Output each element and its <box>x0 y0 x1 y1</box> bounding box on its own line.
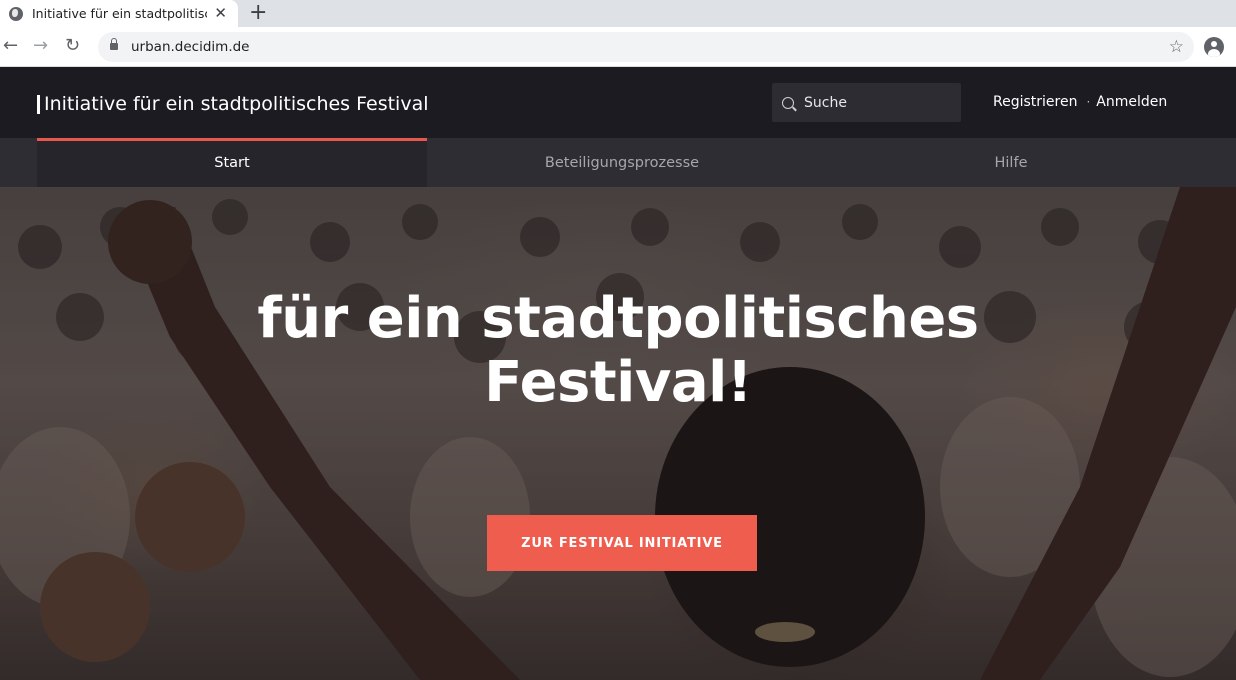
lock-icon <box>110 38 118 50</box>
login-link[interactable]: Anmelden <box>1096 94 1167 110</box>
separator-dot: · <box>1086 95 1091 109</box>
nav-item-label: Hilfe <box>994 154 1028 171</box>
festival-initiative-button[interactable]: ZUR FESTIVAL INITIATIVE <box>487 515 757 571</box>
plus-icon[interactable]: + <box>249 1 267 25</box>
arrow-left-icon[interactable]: ← <box>3 35 18 57</box>
tab-title: Initiative für ein stadtpolitische <box>32 6 207 21</box>
user-links: Registrieren · Anmelden <box>993 94 1167 110</box>
site-title-link[interactable]: Initiative für ein stadtpolitisches Fest… <box>37 91 429 117</box>
register-link[interactable]: Registrieren <box>993 94 1077 110</box>
search-input[interactable] <box>804 90 954 115</box>
nav-item-hilfe[interactable]: Hilfe <box>816 138 1206 187</box>
url-text[interactable]: urban.decidim.de <box>131 39 249 55</box>
site-title: Initiative für ein stadtpolitisches Fest… <box>44 93 429 115</box>
globe-icon <box>9 6 23 21</box>
nav-item-start[interactable]: Start <box>37 138 427 187</box>
hero-overlay <box>0 187 1236 680</box>
star-icon[interactable]: ☆ <box>1169 37 1184 57</box>
arrow-right-icon[interactable]: → <box>33 35 48 57</box>
nav-item-beteiligungsprozesse[interactable]: Beteiligungsprozesse <box>427 138 817 187</box>
main-navigation: Start Beteiligungsprozesse Hilfe <box>0 138 1236 187</box>
browser-toolbar: ← → ↻ urban.decidim.de ☆ <box>0 27 1236 67</box>
hero-title-line-1: für ein stadtpolitisches <box>257 286 979 351</box>
title-bar-mark <box>37 94 40 114</box>
hero-banner: für ein stadtpolitisches Festival! ZUR F… <box>0 187 1236 680</box>
account-icon[interactable] <box>1204 37 1224 57</box>
site-header: Initiative für ein stadtpolitisches Fest… <box>0 67 1236 138</box>
browser-tab-bar: Initiative für ein stadtpolitische ✕ + <box>0 0 1236 27</box>
hero-title-line-2: Festival! <box>484 350 752 415</box>
search-icon[interactable] <box>782 96 794 109</box>
hero-title: für ein stadtpolitisches Festival! <box>100 287 1136 415</box>
search-box[interactable] <box>772 83 961 122</box>
nav-item-label: Start <box>214 154 250 171</box>
address-bar[interactable]: urban.decidim.de ☆ <box>98 32 1194 62</box>
nav-item-label: Beteiligungsprozesse <box>544 154 700 171</box>
close-icon[interactable]: ✕ <box>214 5 227 22</box>
browser-tab[interactable]: Initiative für ein stadtpolitische ✕ <box>0 0 238 27</box>
reload-icon[interactable]: ↻ <box>65 35 80 57</box>
